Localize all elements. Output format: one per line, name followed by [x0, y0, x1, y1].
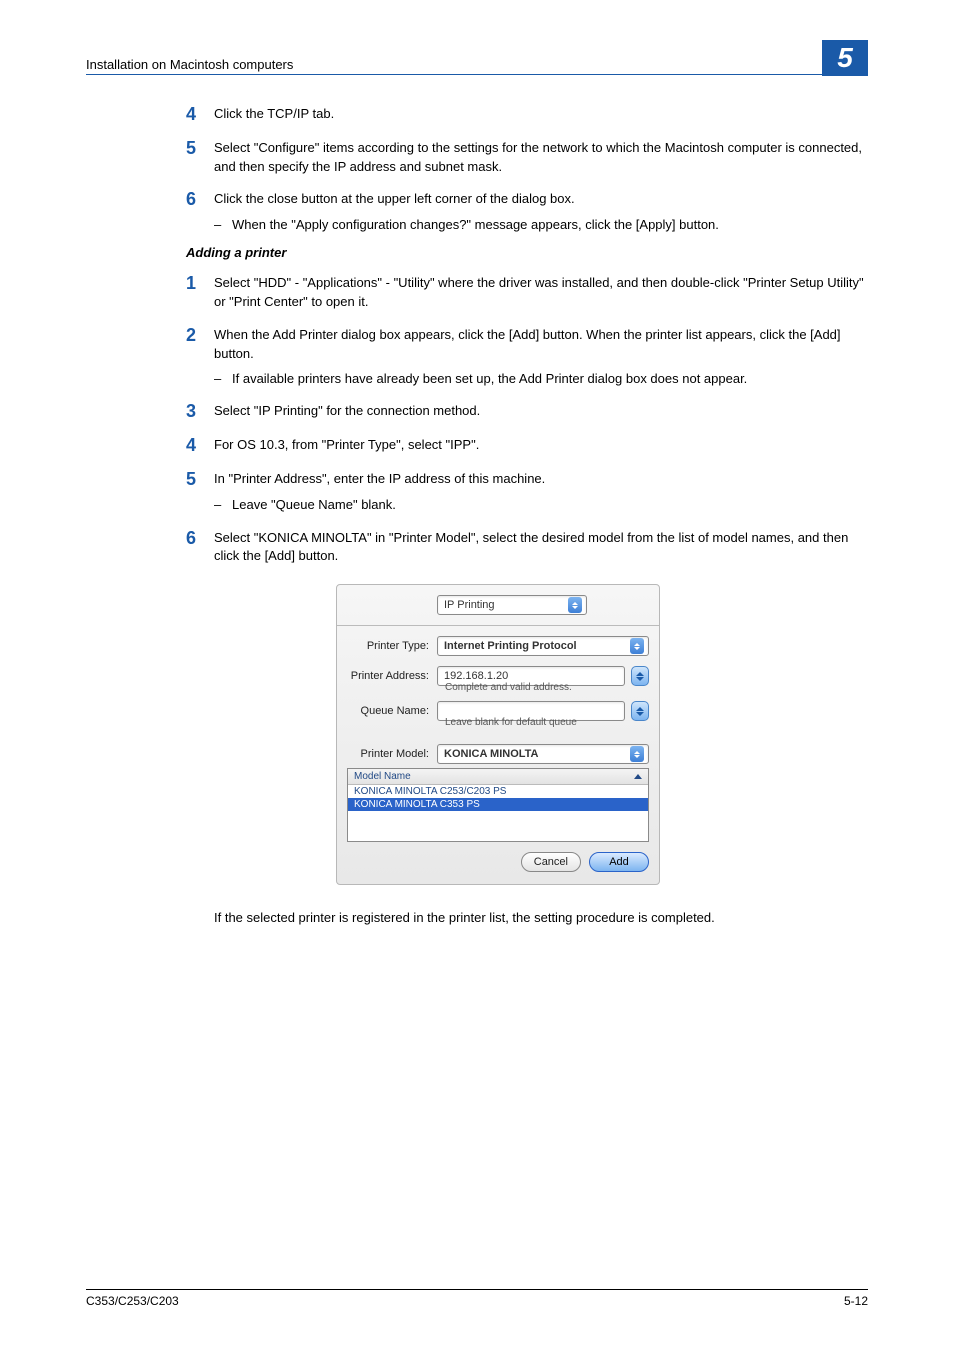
dash-icon: –: [214, 496, 232, 515]
substep-a6: – When the "Apply configuration changes?…: [214, 216, 868, 235]
step-text: Select "HDD" - "Applications" - "Utility…: [214, 274, 868, 312]
step-a5: 5 Select "Configure" items according to …: [186, 139, 868, 177]
model-row[interactable]: KONICA MINOLTA C253/C203 PS: [348, 785, 648, 798]
connection-method-value: IP Printing: [444, 599, 564, 611]
printer-type-label: Printer Type:: [347, 640, 437, 652]
updown-icon[interactable]: [631, 701, 649, 721]
sort-ascending-icon: [634, 774, 642, 779]
updown-icon: [568, 597, 582, 613]
closing-text: If the selected printer is registered in…: [214, 909, 868, 928]
model-row-selected[interactable]: KONICA MINOLTA C353 PS: [348, 798, 648, 811]
step-a6: 6 Click the close button at the upper le…: [186, 190, 868, 210]
updown-icon: [630, 638, 644, 654]
connection-method-row: IP Printing: [347, 595, 649, 615]
model-list[interactable]: Model Name KONICA MINOLTA C253/C203 PS K…: [347, 768, 649, 842]
page-header: Installation on Macintosh computers 5: [86, 36, 868, 75]
step-number: 4: [186, 105, 214, 125]
step-b5: 5 In "Printer Address", enter the IP add…: [186, 470, 868, 490]
model-name-column: Model Name: [354, 771, 411, 782]
step-text: Select "KONICA MINOLTA" in "Printer Mode…: [214, 529, 868, 567]
step-text: When the Add Printer dialog box appears,…: [214, 326, 868, 364]
substep-text: Leave "Queue Name" blank.: [232, 496, 396, 515]
step-b1: 1 Select "HDD" - "Applications" - "Utili…: [186, 274, 868, 312]
add-printer-dialog: IP Printing Printer Type: Internet Print…: [336, 584, 660, 885]
connection-method-select[interactable]: IP Printing: [437, 595, 587, 615]
dialog-buttons: Cancel Add: [347, 852, 649, 872]
updown-icon[interactable]: [631, 666, 649, 686]
step-b2: 2 When the Add Printer dialog box appear…: [186, 326, 868, 364]
step-b4: 4 For OS 10.3, from "Printer Type", sele…: [186, 436, 868, 456]
substep-text: If available printers have already been …: [232, 370, 747, 389]
add-button[interactable]: Add: [589, 852, 649, 872]
step-text: In "Printer Address", enter the IP addre…: [214, 470, 868, 489]
substep-text: When the "Apply configuration changes?" …: [232, 216, 719, 235]
printer-type-value: Internet Printing Protocol: [444, 640, 626, 652]
step-text: Click the TCP/IP tab.: [214, 105, 868, 124]
step-b6: 6 Select "KONICA MINOLTA" in "Printer Mo…: [186, 529, 868, 567]
step-number: 6: [186, 190, 214, 210]
printer-model-value: KONICA MINOLTA: [444, 748, 626, 760]
cancel-button[interactable]: Cancel: [521, 852, 581, 872]
step-number: 4: [186, 436, 214, 456]
queue-name-label: Queue Name:: [347, 705, 437, 717]
step-number: 6: [186, 529, 214, 549]
step-text: Select "IP Printing" for the connection …: [214, 402, 868, 421]
step-number: 5: [186, 139, 214, 159]
divider: [337, 625, 659, 626]
step-number: 5: [186, 470, 214, 490]
page-content: 4 Click the TCP/IP tab. 5 Select "Config…: [86, 75, 868, 928]
footer-left: C353/C253/C203: [86, 1294, 179, 1308]
printer-model-row: Printer Model: KONICA MINOLTA: [347, 744, 649, 764]
step-number: 3: [186, 402, 214, 422]
dash-icon: –: [214, 216, 232, 235]
printer-address-value: 192.168.1.20: [444, 670, 620, 682]
substep-b2: – If available printers have already bee…: [214, 370, 868, 389]
printer-model-label: Printer Model:: [347, 748, 437, 760]
printer-type-row: Printer Type: Internet Printing Protocol: [347, 636, 649, 656]
step-a4: 4 Click the TCP/IP tab.: [186, 105, 868, 125]
header-title: Installation on Macintosh computers: [86, 57, 293, 72]
substep-b5: – Leave "Queue Name" blank.: [214, 496, 868, 515]
model-list-header[interactable]: Model Name: [348, 769, 648, 785]
footer-right: 5-12: [844, 1294, 868, 1308]
printer-address-label: Printer Address:: [347, 670, 437, 682]
page-footer: C353/C253/C203 5-12: [86, 1289, 868, 1308]
subheading-adding-printer: Adding a printer: [186, 245, 868, 260]
step-text: For OS 10.3, from "Printer Type", select…: [214, 436, 868, 455]
chapter-badge: 5: [822, 40, 868, 76]
step-b3: 3 Select "IP Printing" for the connectio…: [186, 402, 868, 422]
step-text: Click the close button at the upper left…: [214, 190, 868, 209]
updown-icon: [630, 746, 644, 762]
printer-type-select[interactable]: Internet Printing Protocol: [437, 636, 649, 656]
step-number: 2: [186, 326, 214, 346]
printer-model-select[interactable]: KONICA MINOLTA: [437, 744, 649, 764]
step-text: Select "Configure" items according to th…: [214, 139, 868, 177]
step-number: 1: [186, 274, 214, 294]
dash-icon: –: [214, 370, 232, 389]
